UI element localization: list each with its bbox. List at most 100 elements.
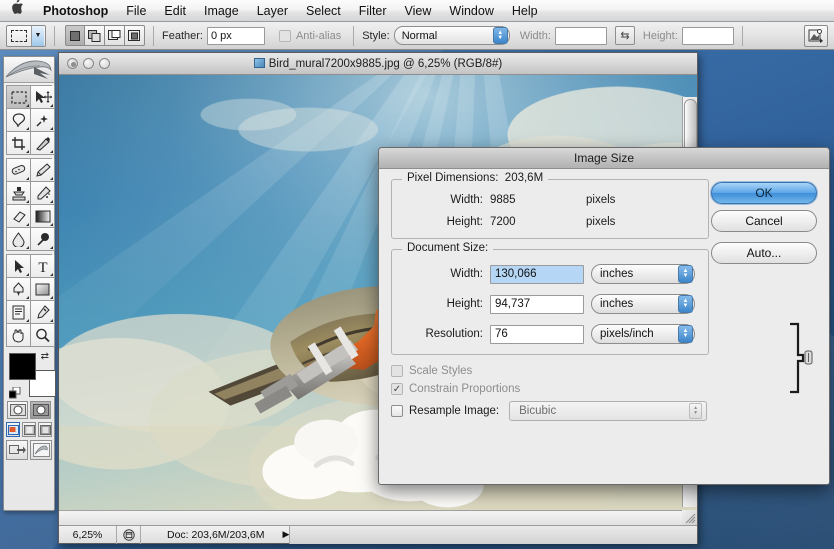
- menu-item-layer[interactable]: Layer: [248, 0, 297, 22]
- doc-width-unit-select[interactable]: inches ▲▼: [591, 264, 695, 284]
- swap-dimensions-icon[interactable]: ⇆: [615, 26, 635, 45]
- eraser-tool[interactable]: [7, 205, 31, 228]
- dialog-title-bar[interactable]: Image Size: [379, 148, 829, 169]
- lasso-tool[interactable]: [7, 109, 31, 132]
- close-button[interactable]: [67, 58, 78, 69]
- menu-bar[interactable]: Photoshop File Edit Image Layer Select F…: [0, 0, 834, 22]
- doc-height-input[interactable]: [490, 295, 584, 314]
- menu-item-file[interactable]: File: [117, 0, 155, 22]
- crop-tool[interactable]: [7, 132, 31, 155]
- quickmask-mode-group[interactable]: [6, 401, 52, 419]
- menu-item-window[interactable]: Window: [440, 0, 502, 22]
- menu-item-edit[interactable]: Edit: [155, 0, 195, 22]
- new-selection-icon[interactable]: [65, 25, 85, 46]
- rectangular-marquee-tool[interactable]: [7, 86, 31, 109]
- standard-screen-mode-icon[interactable]: [6, 422, 20, 437]
- intersect-selection-icon[interactable]: [125, 25, 145, 46]
- resample-image-row[interactable]: Resample Image: Bicubic ▲▼: [391, 401, 817, 421]
- imageready-feather-icon[interactable]: [30, 440, 52, 460]
- pen-tool[interactable]: [7, 278, 31, 301]
- status-expand-arrow-icon[interactable]: ▶: [282, 529, 289, 540]
- palette-well-icon[interactable]: [804, 25, 828, 47]
- jump-to-group[interactable]: [6, 440, 52, 460]
- anti-alias-checkbox[interactable]: [279, 30, 291, 42]
- style-select-stepper-icon[interactable]: ▲▼: [493, 27, 508, 44]
- zoom-tool[interactable]: [31, 324, 55, 347]
- height-input[interactable]: [682, 27, 734, 45]
- rectangle-shape-tool[interactable]: [31, 278, 55, 301]
- resample-method-select[interactable]: Bicubic ▲▼: [509, 401, 707, 421]
- style-select[interactable]: Normal ▲▼: [394, 26, 510, 45]
- resize-grip[interactable]: [682, 510, 697, 525]
- history-brush-tool[interactable]: [31, 182, 55, 205]
- menu-item-image[interactable]: Image: [195, 0, 248, 22]
- default-colors-icon[interactable]: [9, 387, 21, 399]
- notes-tool[interactable]: [7, 301, 31, 324]
- swap-colors-icon[interactable]: ⇄: [41, 351, 49, 362]
- image-size-dialog[interactable]: Image Size Pixel Dimensions: 203,6M Widt…: [378, 147, 830, 485]
- menu-item-photoshop[interactable]: Photoshop: [34, 0, 117, 22]
- menu-item-filter[interactable]: Filter: [350, 0, 396, 22]
- menu-item-select[interactable]: Select: [297, 0, 350, 22]
- color-swatches[interactable]: ⇄: [9, 351, 50, 399]
- scale-styles-row[interactable]: Scale Styles: [391, 365, 817, 377]
- resample-method-stepper-icon[interactable]: ▲▼: [689, 403, 702, 419]
- width-input[interactable]: [555, 27, 607, 45]
- zoom-button[interactable]: [99, 58, 110, 69]
- horizontal-scrollbar[interactable]: [59, 510, 682, 525]
- doc-resolution-input[interactable]: [490, 325, 584, 344]
- chevron-down-icon[interactable]: ▼: [31, 26, 44, 46]
- current-tool-preset-picker[interactable]: ▼: [6, 25, 46, 47]
- foreground-color-swatch[interactable]: [9, 353, 36, 380]
- jump-to-imageready-icon[interactable]: [6, 440, 28, 460]
- auto-button[interactable]: Auto...: [711, 242, 817, 264]
- toolbox-palette[interactable]: T: [3, 56, 55, 511]
- ok-button[interactable]: OK: [711, 182, 817, 204]
- constrain-proportions-row[interactable]: ✓ Constrain Proportions: [391, 383, 817, 395]
- minimize-button[interactable]: [83, 58, 94, 69]
- path-selection-tool[interactable]: [7, 255, 31, 278]
- full-screen-with-menubar-icon[interactable]: [22, 422, 36, 437]
- doc-resolution-unit-stepper-icon[interactable]: ▲▼: [678, 325, 693, 343]
- dodge-tool[interactable]: [31, 228, 55, 251]
- dialog-button-group[interactable]: OK Cancel Auto...: [711, 182, 817, 270]
- move-tool[interactable]: [31, 86, 55, 109]
- window-buttons[interactable]: [59, 58, 110, 69]
- eyedropper-tool[interactable]: [31, 301, 55, 324]
- quick-mask-mode-icon[interactable]: [30, 401, 51, 419]
- resample-image-checkbox[interactable]: [391, 405, 403, 417]
- slice-tool[interactable]: [31, 132, 55, 155]
- document-size-proxy-icon[interactable]: [117, 526, 141, 544]
- selection-mode-group[interactable]: [65, 25, 145, 46]
- menu-item-help[interactable]: Help: [503, 0, 547, 22]
- doc-width-unit-stepper-icon[interactable]: ▲▼: [678, 265, 693, 283]
- doc-width-input[interactable]: [490, 265, 584, 284]
- blur-tool[interactable]: [7, 228, 31, 251]
- healing-brush-tool[interactable]: [7, 159, 31, 182]
- screen-mode-group[interactable]: [6, 422, 52, 437]
- cancel-button[interactable]: Cancel: [711, 210, 817, 232]
- type-tool[interactable]: T: [31, 255, 55, 278]
- subtract-from-selection-icon[interactable]: [105, 25, 125, 46]
- doc-height-row: Height: inches ▲▼: [402, 294, 698, 314]
- doc-height-unit-select[interactable]: inches ▲▼: [591, 294, 695, 314]
- menu-item-view[interactable]: View: [396, 0, 441, 22]
- hand-tool[interactable]: [7, 324, 31, 347]
- doc-height-unit-stepper-icon[interactable]: ▲▼: [678, 295, 693, 313]
- scale-styles-checkbox[interactable]: [391, 365, 403, 377]
- feather-input[interactable]: [207, 27, 265, 45]
- doc-resolution-unit-select[interactable]: pixels/inch ▲▼: [591, 324, 695, 344]
- gradient-tool[interactable]: [31, 205, 55, 228]
- tool-more-corner-icon: [50, 273, 53, 276]
- clone-stamp-tool[interactable]: [7, 182, 31, 205]
- document-title-bar[interactable]: Bird_mural7200x9885.jpg @ 6,25% (RGB/8#): [59, 53, 697, 75]
- options-bar[interactable]: ▼ Feather: Anti-alias Style: Normal ▲▼ W…: [0, 22, 834, 50]
- brush-tool[interactable]: [31, 159, 55, 182]
- constrain-proportions-checkbox[interactable]: ✓: [391, 383, 403, 395]
- add-to-selection-icon[interactable]: [85, 25, 105, 46]
- standard-mode-icon[interactable]: [7, 401, 28, 419]
- zoom-level-field[interactable]: 6,25%: [59, 526, 117, 544]
- full-screen-mode-icon[interactable]: [38, 422, 52, 437]
- magic-wand-tool[interactable]: [31, 109, 55, 132]
- apple-logo-icon[interactable]: [0, 0, 34, 21]
